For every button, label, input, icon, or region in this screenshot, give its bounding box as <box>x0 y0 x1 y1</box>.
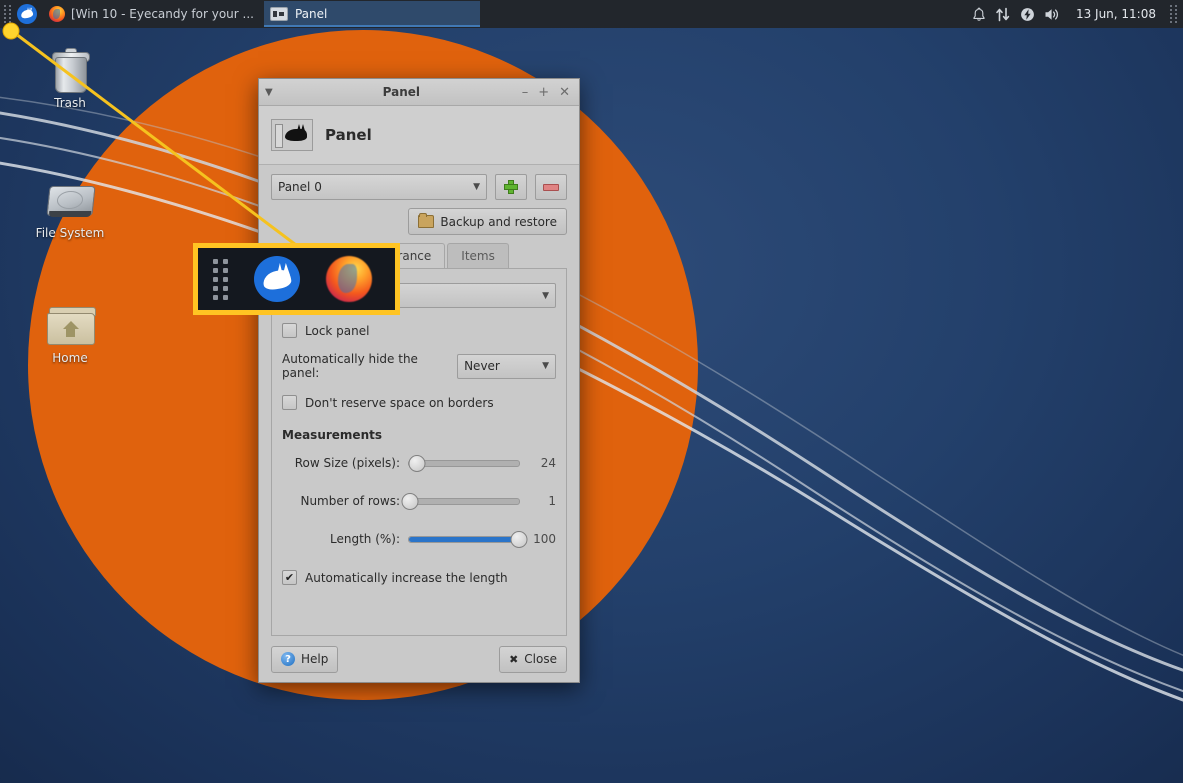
power-bolt-icon[interactable] <box>1020 7 1035 22</box>
lock-panel-checkbox[interactable] <box>282 323 297 338</box>
close-button[interactable]: ✕ <box>559 86 570 99</box>
chevron-down-icon: ▼ <box>542 290 549 301</box>
desktop-icon-file-system[interactable]: File System <box>22 170 118 240</box>
maximize-button[interactable]: + <box>538 86 549 99</box>
chevron-down-icon: ▼ <box>473 182 480 192</box>
autohide-value: Never <box>464 359 500 373</box>
grip-handle-icon[interactable] <box>2 3 12 25</box>
backup-row: Backup and restore <box>259 206 579 243</box>
number-of-rows-value: 1 <box>548 494 556 508</box>
taskbar-item-label: [Win 10 - Eyecandy for your ... <box>71 7 254 21</box>
system-tray: 13 Jun, 11:08 <box>972 4 1183 24</box>
volume-icon[interactable] <box>1044 7 1061 22</box>
taskbar-item-panel[interactable]: Panel <box>263 1 480 27</box>
close-icon: ✖ <box>509 652 519 666</box>
window-menu-icon[interactable]: ▼ <box>265 87 281 98</box>
autohide-row: Automatically hide the panel: Never ▼ <box>282 352 556 380</box>
home-folder-icon <box>22 295 118 347</box>
wallpaper <box>0 0 1183 783</box>
measurements-heading: Measurements <box>282 428 382 442</box>
close-button-label: Close <box>524 652 557 666</box>
desktop-icon-label: File System <box>35 226 105 240</box>
number-of-rows-slider[interactable] <box>401 492 520 510</box>
tab-label: Items <box>461 249 495 263</box>
clock[interactable]: 13 Jun, 11:08 <box>1070 7 1160 21</box>
auto-increase-length-checkbox[interactable]: ✔ <box>282 570 297 585</box>
panel-preview-highlight[interactable] <box>193 243 400 315</box>
slider-fill <box>409 536 519 542</box>
auto-increase-length-row[interactable]: ✔ Automatically increase the length <box>282 570 556 585</box>
firefox-icon[interactable] <box>326 256 372 302</box>
help-button-label: Help <box>301 652 329 666</box>
length-value: 100 <box>533 532 556 546</box>
tab-items[interactable]: Items <box>447 243 509 268</box>
help-button[interactable]: ? Help <box>271 645 339 673</box>
autohide-dropdown[interactable]: Never ▼ <box>457 353 556 379</box>
trash-icon <box>22 40 118 93</box>
length-label: Length (%): <box>329 532 400 546</box>
panel-select-dropdown[interactable]: Panel 0 ▼ <box>271 174 487 200</box>
length-slider-row: Length (%): 100 <box>282 530 556 548</box>
slider-knob[interactable] <box>401 492 419 510</box>
slider-knob[interactable] <box>408 454 426 472</box>
close-dialog-button[interactable]: ✖ Close <box>499 645 567 673</box>
autohide-label: Automatically hide the panel: <box>282 352 418 380</box>
desktop-icon-trash[interactable]: Trash <box>22 40 118 110</box>
taskbar-item-firefox[interactable]: [Win 10 - Eyecandy for your ... <box>43 1 264 27</box>
number-of-rows-label: Number of rows: <box>300 494 400 508</box>
desktop-icon-label: Trash <box>54 96 86 110</box>
backup-button-label: Backup and restore <box>440 214 557 229</box>
xfce-mouse-icon[interactable] <box>254 256 300 302</box>
number-of-rows-slider-row: Number of rows: 1 <box>282 492 556 510</box>
row-size-slider[interactable] <box>408 454 520 472</box>
wallpaper-curves <box>0 96 1183 702</box>
dialog-header-title: Panel <box>325 126 372 144</box>
auto-increase-length-label: Automatically increase the length <box>305 570 508 585</box>
panel-preferences-dialog: ▼ Panel – + ✕ Panel Panel 0 ▼ Backup and… <box>258 78 580 683</box>
help-icon: ? <box>281 652 295 666</box>
top-panel: [Win 10 - Eyecandy for your ... Panel 13… <box>0 0 1183 28</box>
dialog-header: Panel <box>259 106 579 165</box>
desktop-icon-label: Home <box>52 351 88 365</box>
add-panel-button[interactable] <box>495 174 527 200</box>
length-slider[interactable] <box>408 530 528 548</box>
dont-reserve-space-row[interactable]: Don't reserve space on borders <box>282 395 556 410</box>
bell-icon[interactable] <box>972 7 986 22</box>
desktop-icon-home[interactable]: Home <box>22 295 118 365</box>
xfce-applications-menu-icon[interactable] <box>17 4 37 24</box>
dont-reserve-space-checkbox[interactable] <box>282 395 297 410</box>
folder-icon <box>418 213 435 228</box>
slider-knob[interactable] <box>510 530 528 548</box>
dialog-footer: ? Help ✖ Close <box>259 636 579 682</box>
desktop-screen: Trash File System Home ▼ Panel – + ✕ Pan… <box>0 0 1183 783</box>
dialog-title: Panel <box>382 85 421 99</box>
remove-panel-button[interactable] <box>535 174 567 200</box>
grip-handle-icon[interactable] <box>1169 4 1177 24</box>
lock-panel-row[interactable]: Lock panel <box>282 323 556 338</box>
hard-drive-icon <box>22 170 118 222</box>
panel-selector-row: Panel 0 ▼ <box>259 165 579 206</box>
row-size-slider-row: Row Size (pixels): 24 <box>282 454 556 472</box>
network-updown-icon[interactable] <box>995 7 1011 22</box>
display-tab-panel: Mode: Horizontal ▼ Lock panel Automatica… <box>271 268 567 636</box>
lock-panel-label: Lock panel <box>305 323 370 338</box>
panel-select-value: Panel 0 <box>278 180 322 194</box>
firefox-icon <box>49 6 65 22</box>
plus-icon <box>504 180 518 194</box>
backup-and-restore-button[interactable]: Backup and restore <box>408 208 567 235</box>
row-size-label: Row Size (pixels): <box>294 456 400 470</box>
taskbar-item-label: Panel <box>294 7 328 21</box>
minus-icon <box>543 183 559 191</box>
panel-icon <box>269 7 288 21</box>
row-size-value: 24 <box>540 456 556 470</box>
grip-handle-icon <box>212 257 228 301</box>
panel-preferences-icon <box>271 119 313 151</box>
chevron-down-icon: ▼ <box>542 361 549 371</box>
dont-reserve-space-label: Don't reserve space on borders <box>305 395 494 410</box>
dialog-titlebar[interactable]: ▼ Panel – + ✕ <box>259 79 579 106</box>
minimize-button[interactable]: – <box>522 86 529 99</box>
